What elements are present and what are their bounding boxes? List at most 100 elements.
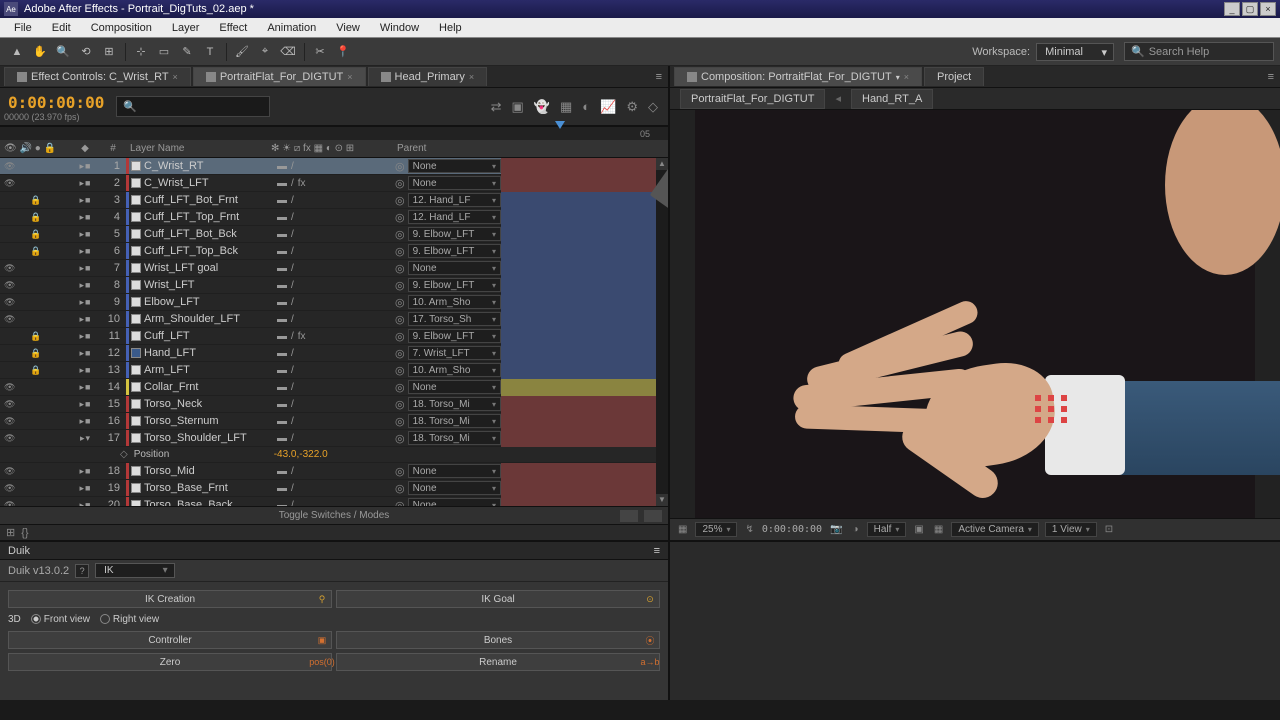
twirl-icon[interactable]: ▸ — [80, 483, 85, 494]
layer-duration-bar[interactable] — [501, 175, 668, 192]
label-color-swatch[interactable] — [126, 294, 129, 310]
tab-project[interactable]: Project — [924, 67, 984, 86]
layer-duration-bar[interactable] — [501, 413, 668, 430]
pickwhip-icon[interactable]: ◎ — [395, 499, 405, 507]
keyframe-diamond-icon[interactable]: ◇ — [120, 449, 128, 460]
visibility-eye-icon[interactable]: 👁 — [4, 280, 14, 291]
layer-row[interactable]: 👁 ▸■ 7 Wrist_LFT goal ▬/ ◎ None▾ — [0, 260, 668, 277]
layer-row[interactable]: 👁 ▸■ 10 Arm_Shoulder_LFT ▬/ ◎ 17. Torso_… — [0, 311, 668, 328]
tab-head-primary[interactable]: Head_Primary× — [368, 67, 488, 86]
layer-row[interactable]: 👁 ▸▾ 17 Torso_Shoulder_LFT ▬/ ◎ 18. Tors… — [0, 430, 668, 447]
layer-duration-bar[interactable] — [501, 430, 668, 447]
layer-duration-bar[interactable] — [501, 328, 668, 345]
switch-fx-icon[interactable]: / — [291, 399, 294, 410]
switch-quality-icon[interactable]: ▬ — [277, 399, 287, 410]
twirl-icon[interactable]: ▸ — [80, 382, 85, 393]
workspace-select[interactable]: Minimal — [1036, 43, 1114, 61]
visibility-eye-icon[interactable]: 👁 — [4, 399, 14, 410]
label-color-swatch[interactable] — [126, 243, 129, 259]
layer-duration-bar[interactable] — [501, 226, 668, 243]
views-select[interactable]: 1 View▾ — [1045, 522, 1097, 537]
label-color-swatch[interactable] — [126, 430, 129, 446]
label-color-swatch[interactable] — [126, 413, 129, 429]
pen-tool-icon[interactable]: ✎ — [176, 42, 198, 62]
menu-window[interactable]: Window — [370, 20, 429, 36]
label-color-swatch[interactable] — [126, 328, 129, 344]
visibility-eye-icon[interactable]: 👁 — [4, 297, 14, 308]
shy-layer-icon[interactable]: ■ — [85, 246, 90, 256]
switch-fx-icon[interactable]: / — [291, 212, 294, 223]
pickwhip-icon[interactable]: ◎ — [395, 228, 405, 241]
menu-help[interactable]: Help — [429, 20, 472, 36]
search-help-input[interactable]: 🔍 Search Help — [1124, 42, 1274, 61]
menu-edit[interactable]: Edit — [42, 20, 81, 36]
visibility-eye-icon[interactable]: 👁 — [4, 416, 14, 427]
twirl-icon[interactable]: ▸ — [80, 297, 85, 308]
switch-quality-icon[interactable]: ▬ — [277, 314, 287, 325]
parent-select[interactable]: None▾ — [408, 176, 501, 190]
visibility-eye-icon[interactable]: 👁 — [4, 178, 14, 189]
twirl-icon[interactable]: ▸ — [80, 246, 85, 257]
lock-icon[interactable]: 🔒 — [30, 212, 40, 223]
duik-mode-select[interactable]: IK — [95, 563, 174, 578]
layer-row[interactable]: 🔒 ▸■ 5 Cuff_LFT_Bot_Bck ▬/ ◎ 9. Elbow_LF… — [0, 226, 668, 243]
switch-quality-icon[interactable]: ▬ — [277, 433, 287, 444]
minimize-button[interactable]: _ — [1224, 2, 1240, 16]
draft3d-icon[interactable]: ▣ — [512, 99, 524, 115]
anchor-tool-icon[interactable]: ⊹ — [130, 42, 152, 62]
parent-select[interactable]: 7. Wrist_LFT▾ — [408, 346, 501, 360]
parent-select[interactable]: 10. Arm_Sho▾ — [408, 363, 501, 377]
label-col-icon[interactable]: ◆ — [81, 143, 89, 154]
layer-row[interactable]: 👁 ▸■ 19 Torso_Base_Frnt ▬/ ◎ None▾ — [0, 480, 668, 497]
duik-tab[interactable]: Duik≡ — [0, 542, 668, 560]
layer-row[interactable]: 👁 ▸■ 15 Torso_Neck ▬/ ◎ 18. Torso_Mi▾ — [0, 396, 668, 413]
switch-fx-icon[interactable]: / — [291, 297, 294, 308]
ik-goal-button[interactable]: IK Goal⊙ — [336, 590, 660, 608]
label-color-swatch[interactable] — [126, 463, 129, 479]
menu-layer[interactable]: Layer — [162, 20, 210, 36]
layer-duration-bar[interactable] — [501, 243, 668, 260]
label-color-swatch[interactable] — [126, 277, 129, 293]
layer-row[interactable]: 🔒 ▸■ 11 Cuff_LFT ▬/fx ◎ 9. Elbow_LFT▾ — [0, 328, 668, 345]
twirl-icon[interactable]: ▸ — [80, 365, 85, 376]
expand-toggle-icon[interactable]: ⊞ — [6, 526, 15, 539]
label-color-swatch[interactable] — [126, 175, 129, 191]
shy-layer-icon[interactable]: ▾ — [86, 433, 91, 444]
fx-badge[interactable]: fx — [298, 178, 306, 189]
switch-fx-icon[interactable]: / — [291, 466, 294, 477]
parent-select[interactable]: None▾ — [408, 380, 501, 394]
shy-layer-icon[interactable]: ■ — [85, 314, 90, 324]
layer-row[interactable]: 👁 ▸■ 2 C_Wrist_LFT ▬/fx ◎ None▾ — [0, 175, 668, 192]
twirl-icon[interactable]: ▸ — [80, 195, 85, 206]
twirl-icon[interactable]: ▸ — [80, 314, 85, 325]
twirl-icon[interactable]: ▸ — [80, 416, 85, 427]
layer-duration-bar[interactable] — [501, 362, 668, 379]
label-color-swatch[interactable] — [126, 260, 129, 276]
menu-view[interactable]: View — [326, 20, 370, 36]
switch-fx-icon[interactable]: / — [291, 433, 294, 444]
scroll-up-icon[interactable]: ▲ — [656, 158, 668, 170]
switch-fx-icon[interactable]: / — [291, 263, 294, 274]
tab-effect-controls[interactable]: Effect Controls: C_Wrist_RT× — [4, 67, 191, 86]
shy-layer-icon[interactable]: ■ — [85, 297, 90, 307]
switch-quality-icon[interactable]: ▬ — [277, 195, 287, 206]
layer-row[interactable]: 👁 ▸■ 8 Wrist_LFT ▬/ ◎ 9. Elbow_LFT▾ — [0, 277, 668, 294]
shy-layer-icon[interactable]: ■ — [85, 382, 90, 392]
panel-menu-icon[interactable]: ≡ — [654, 545, 660, 557]
pickwhip-icon[interactable]: ◎ — [395, 364, 405, 377]
pickwhip-icon[interactable]: ◎ — [395, 245, 405, 258]
layer-duration-bar[interactable] — [501, 294, 668, 311]
shy-layer-icon[interactable]: ■ — [85, 331, 90, 341]
time-ruler[interactable]: 05 — [0, 126, 668, 140]
always-preview-icon[interactable]: ▦ — [676, 524, 689, 535]
breadcrumb-item[interactable]: Hand_RT_A — [851, 89, 933, 109]
roto-tool-icon[interactable]: ✂ — [309, 42, 331, 62]
shy-layer-icon[interactable]: ■ — [85, 195, 90, 205]
auto-keyframe-icon[interactable]: ◇ — [648, 99, 658, 115]
label-color-swatch[interactable] — [126, 497, 129, 506]
switch-fx-icon[interactable]: / — [291, 229, 294, 240]
parent-select[interactable]: 12. Hand_LF▾ — [408, 210, 501, 224]
fx-badge[interactable]: fx — [298, 331, 306, 342]
shy-layer-icon[interactable]: ■ — [85, 466, 90, 476]
twirl-icon[interactable]: ▸ — [80, 433, 85, 444]
